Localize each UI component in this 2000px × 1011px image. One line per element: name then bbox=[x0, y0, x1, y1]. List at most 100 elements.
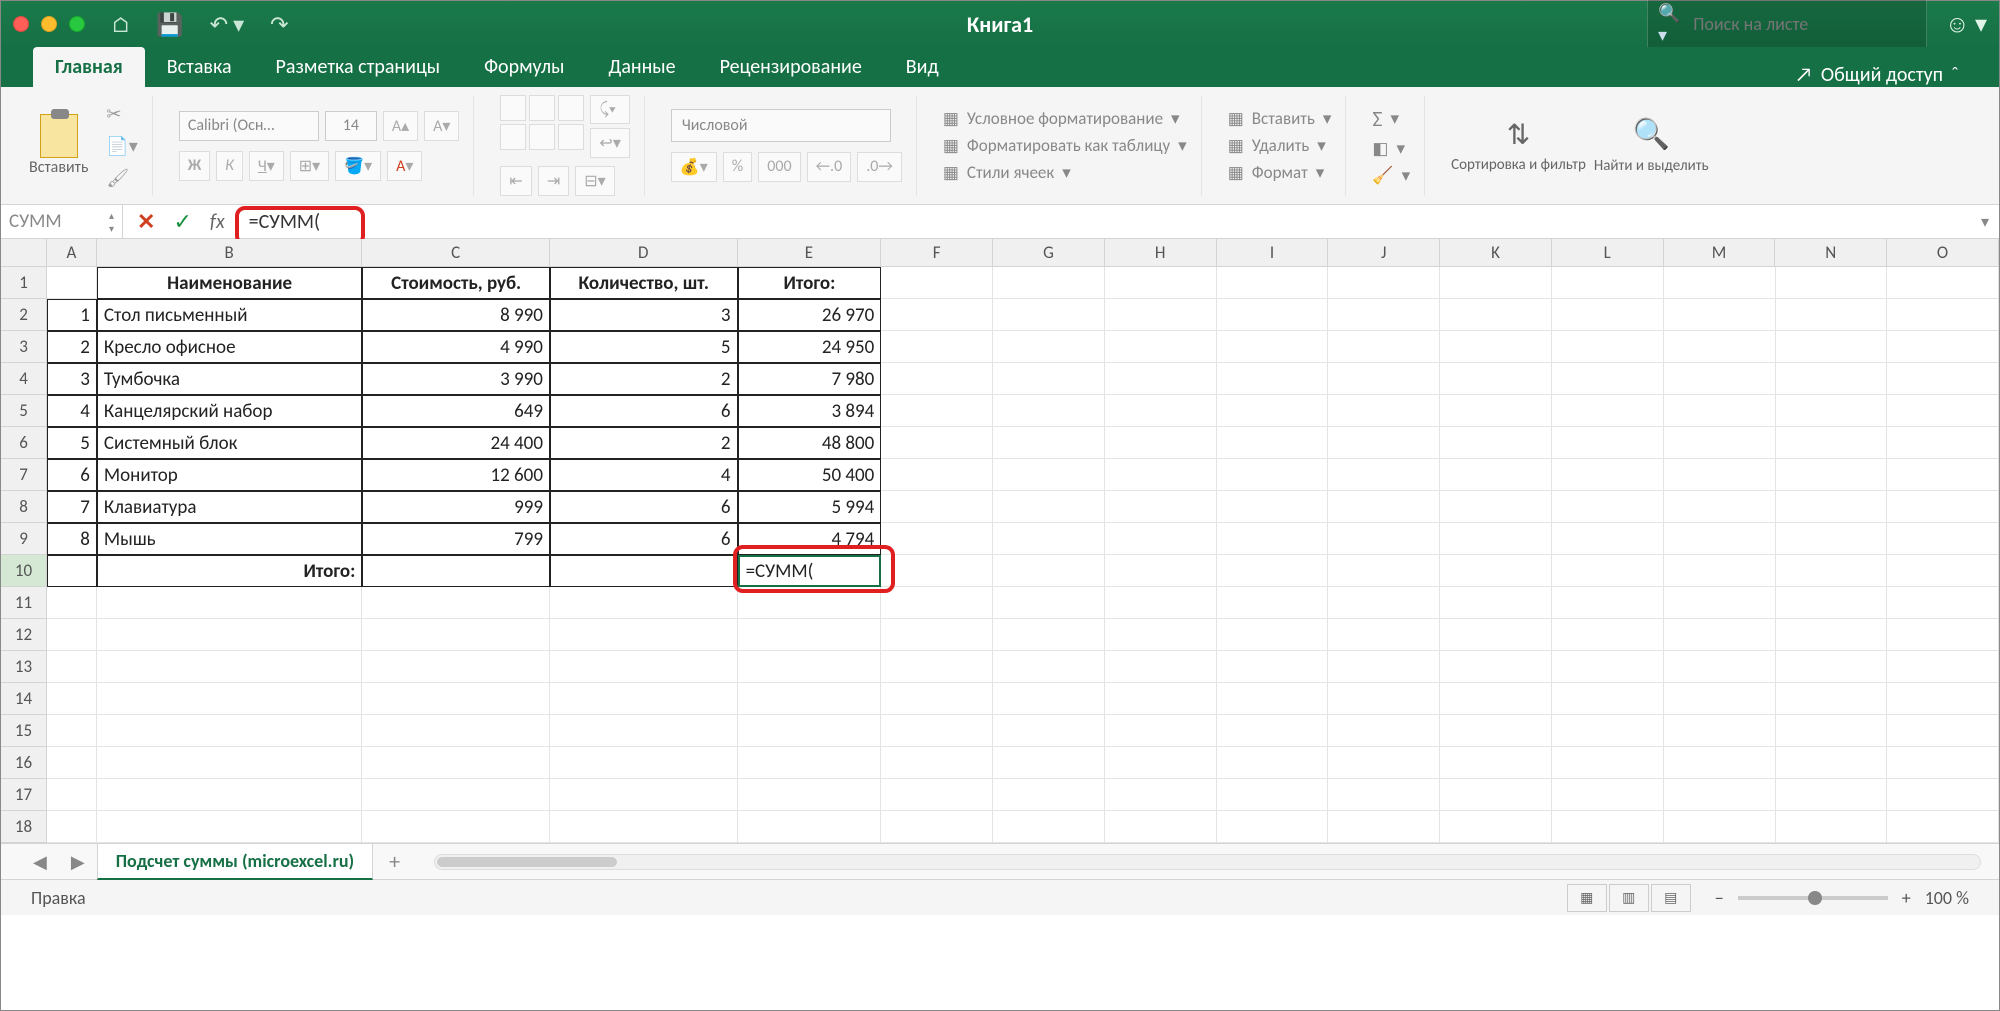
cell-F16[interactable] bbox=[881, 747, 993, 779]
column-header-K[interactable]: K bbox=[1440, 239, 1552, 267]
cell-F9[interactable] bbox=[881, 523, 993, 555]
cell-E16[interactable] bbox=[738, 747, 882, 779]
merge-icon[interactable]: ⊟▾ bbox=[575, 166, 614, 196]
close-window-icon[interactable] bbox=[13, 16, 29, 32]
cell-E12[interactable] bbox=[738, 619, 882, 651]
cell-H10[interactable] bbox=[1105, 555, 1217, 587]
cell-H13[interactable] bbox=[1105, 651, 1217, 683]
zoom-slider[interactable] bbox=[1738, 896, 1888, 900]
cell-N18[interactable] bbox=[1776, 811, 1888, 843]
fill-color-icon[interactable]: 🪣▾ bbox=[335, 151, 381, 181]
cell-I9[interactable] bbox=[1217, 523, 1329, 555]
cell-K16[interactable] bbox=[1440, 747, 1552, 779]
cell-C16[interactable] bbox=[362, 747, 550, 779]
cell-H7[interactable] bbox=[1105, 459, 1217, 491]
zoom-out-icon[interactable]: − bbox=[1715, 887, 1724, 909]
row-header-10[interactable]: 10 bbox=[1, 555, 47, 587]
cell-F4[interactable] bbox=[881, 363, 993, 395]
cell-H12[interactable] bbox=[1105, 619, 1217, 651]
formula-input[interactable]: =СУММ( bbox=[239, 210, 1971, 234]
cell-B11[interactable] bbox=[97, 587, 362, 619]
cell-J5[interactable] bbox=[1328, 395, 1440, 427]
add-sheet-icon[interactable]: + bbox=[373, 848, 416, 875]
underline-icon[interactable]: Ч▾ bbox=[249, 151, 284, 181]
cell-A1[interactable] bbox=[47, 267, 97, 299]
cell-H8[interactable] bbox=[1105, 491, 1217, 523]
name-box-spinner-icon[interactable]: ▴▾ bbox=[109, 209, 114, 235]
cell-M16[interactable] bbox=[1664, 747, 1776, 779]
cell-F18[interactable] bbox=[881, 811, 993, 843]
cell-L6[interactable] bbox=[1552, 427, 1664, 459]
cell-O12[interactable] bbox=[1887, 619, 1999, 651]
autosum-button[interactable]: Σ▾ bbox=[1372, 105, 1410, 132]
cell-A9[interactable]: 8 bbox=[47, 523, 97, 555]
cell-F10[interactable] bbox=[881, 555, 993, 587]
cell-L14[interactable] bbox=[1552, 683, 1664, 715]
cell-E11[interactable] bbox=[738, 587, 882, 619]
cell-M13[interactable] bbox=[1664, 651, 1776, 683]
cell-H15[interactable] bbox=[1105, 715, 1217, 747]
font-size-select[interactable]: 14 bbox=[325, 111, 377, 141]
sheet-nav-prev-icon[interactable]: ◀ bbox=[21, 851, 59, 873]
cell-B8[interactable]: Клавиатура bbox=[97, 491, 362, 523]
cell-K15[interactable] bbox=[1440, 715, 1552, 747]
cell-E18[interactable] bbox=[738, 811, 882, 843]
tab-review[interactable]: Рецензирование bbox=[698, 47, 884, 87]
currency-icon[interactable]: 💰▾ bbox=[671, 152, 717, 182]
cell-G2[interactable] bbox=[993, 299, 1105, 331]
cell-H14[interactable] bbox=[1105, 683, 1217, 715]
cell-B17[interactable] bbox=[97, 779, 362, 811]
cell-B5[interactable]: Канцелярский набор bbox=[97, 395, 362, 427]
cell-I8[interactable] bbox=[1217, 491, 1329, 523]
column-header-D[interactable]: D bbox=[550, 239, 738, 267]
cell-A18[interactable] bbox=[47, 811, 97, 843]
cell-H3[interactable] bbox=[1105, 331, 1217, 363]
column-header-L[interactable]: L bbox=[1552, 239, 1664, 267]
cell-I14[interactable] bbox=[1217, 683, 1329, 715]
cell-A5[interactable]: 4 bbox=[47, 395, 97, 427]
cell-H16[interactable] bbox=[1105, 747, 1217, 779]
cell-I2[interactable] bbox=[1217, 299, 1329, 331]
row-header-17[interactable]: 17 bbox=[1, 779, 47, 811]
row-header-14[interactable]: 14 bbox=[1, 683, 47, 715]
tab-insert[interactable]: Вставка bbox=[145, 47, 254, 87]
cell-B10[interactable]: Итого: bbox=[97, 555, 362, 587]
comma-icon[interactable]: 000 bbox=[758, 152, 800, 182]
insert-cells-button[interactable]: ▦Вставить▾ bbox=[1228, 108, 1332, 129]
cell-J4[interactable] bbox=[1328, 363, 1440, 395]
cell-E15[interactable] bbox=[738, 715, 882, 747]
cell-L11[interactable] bbox=[1552, 587, 1664, 619]
conditional-formatting-button[interactable]: ▦Условное форматирование▾ bbox=[943, 108, 1187, 129]
cell-D15[interactable] bbox=[550, 715, 738, 747]
save-icon[interactable]: 💾 bbox=[156, 11, 183, 38]
cell-L10[interactable] bbox=[1552, 555, 1664, 587]
decrease-indent-icon[interactable]: ⇤ bbox=[500, 166, 531, 196]
cell-D8[interactable]: 6 bbox=[550, 491, 738, 523]
row-header-3[interactable]: 3 bbox=[1, 331, 47, 363]
cell-M17[interactable] bbox=[1664, 779, 1776, 811]
cell-M3[interactable] bbox=[1664, 331, 1776, 363]
cell-L3[interactable] bbox=[1552, 331, 1664, 363]
cell-K4[interactable] bbox=[1440, 363, 1552, 395]
row-header-13[interactable]: 13 bbox=[1, 651, 47, 683]
cell-K9[interactable] bbox=[1440, 523, 1552, 555]
cell-K11[interactable] bbox=[1440, 587, 1552, 619]
cell-B16[interactable] bbox=[97, 747, 362, 779]
cell-F12[interactable] bbox=[881, 619, 993, 651]
cell-E4[interactable]: 7 980 bbox=[738, 363, 882, 395]
cell-D5[interactable]: 6 bbox=[550, 395, 738, 427]
cell-N3[interactable] bbox=[1776, 331, 1888, 363]
cell-A3[interactable]: 2 bbox=[47, 331, 97, 363]
increase-indent-icon[interactable]: ⇥ bbox=[538, 166, 569, 196]
cell-E14[interactable] bbox=[738, 683, 882, 715]
cell-K17[interactable] bbox=[1440, 779, 1552, 811]
cell-B7[interactable]: Монитор bbox=[97, 459, 362, 491]
format-painter-icon[interactable]: 🖌 bbox=[106, 167, 137, 189]
cell-F6[interactable] bbox=[881, 427, 993, 459]
cell-M4[interactable] bbox=[1664, 363, 1776, 395]
cell-E1[interactable]: Итого: bbox=[738, 267, 882, 299]
cell-C2[interactable]: 8 990 bbox=[362, 299, 550, 331]
cell-E7[interactable]: 50 400 bbox=[738, 459, 882, 491]
cell-G3[interactable] bbox=[993, 331, 1105, 363]
cell-C14[interactable] bbox=[362, 683, 550, 715]
